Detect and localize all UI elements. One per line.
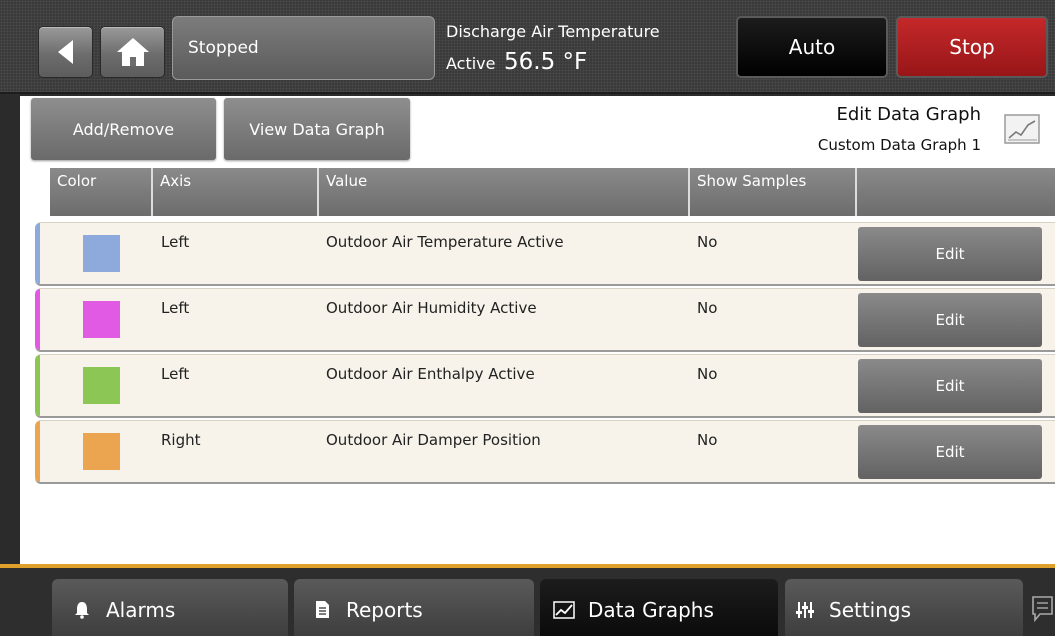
- color-swatch: [83, 433, 120, 470]
- color-swatch: [83, 367, 120, 404]
- tab-data-graphs[interactable]: Data Graphs: [540, 579, 778, 636]
- home-icon: [116, 38, 149, 66]
- tab-label: Reports: [346, 597, 423, 622]
- row-color-stripe: [35, 223, 40, 284]
- chart-icon: [552, 598, 576, 622]
- axis-cell: Left: [161, 233, 190, 251]
- column-header-axis: Axis: [153, 168, 319, 216]
- color-swatch: [83, 301, 120, 338]
- bottom-nav: Alarms Reports Data Graphs Settings: [0, 564, 1055, 636]
- column-header-show-samples: Show Samples: [690, 168, 857, 216]
- graph-icon: [1004, 114, 1040, 144]
- view-data-graph-button[interactable]: View Data Graph: [224, 98, 410, 160]
- column-header-value: Value: [319, 168, 690, 216]
- value-cell: Outdoor Air Temperature Active: [326, 233, 564, 251]
- add-remove-button[interactable]: Add/Remove: [31, 98, 216, 160]
- readout-state: Active: [446, 54, 496, 73]
- auto-button[interactable]: Auto: [736, 16, 888, 78]
- edit-button[interactable]: Edit: [858, 425, 1042, 479]
- row-color-stripe: [35, 421, 40, 482]
- readout-value: 56.5 °F: [504, 49, 588, 75]
- table-row: Right Outdoor Air Damper Position No Edi…: [35, 420, 1055, 484]
- color-swatch: [83, 235, 120, 272]
- tab-label: Data Graphs: [588, 597, 714, 622]
- table-header: Color Axis Value Show Samples: [50, 168, 1055, 216]
- home-button[interactable]: [100, 26, 165, 78]
- tab-reports[interactable]: Reports: [294, 579, 534, 636]
- unit-status[interactable]: Stopped: [172, 16, 435, 80]
- axis-cell: Left: [161, 299, 190, 317]
- tab-settings[interactable]: Settings: [785, 579, 1023, 636]
- edit-button[interactable]: Edit: [858, 293, 1042, 347]
- tab-label: Alarms: [106, 597, 176, 622]
- edit-button[interactable]: Edit: [858, 359, 1042, 413]
- back-arrow-icon: [57, 40, 73, 64]
- tab-label: Settings: [829, 597, 912, 622]
- chat-icon[interactable]: [1030, 594, 1055, 624]
- top-bar: Stopped Discharge Air Temperature Active…: [0, 0, 1055, 94]
- bell-icon: [70, 598, 94, 622]
- row-color-stripe: [35, 355, 40, 416]
- column-header-color: Color: [50, 168, 153, 216]
- value-cell: Outdoor Air Enthalpy Active: [326, 365, 535, 383]
- content-area: Add/Remove View Data Graph Edit Data Gra…: [20, 96, 1055, 564]
- column-header-actions: [857, 168, 1055, 216]
- back-button[interactable]: [38, 26, 93, 78]
- axis-cell: Left: [161, 365, 190, 383]
- stop-button[interactable]: Stop: [896, 16, 1048, 78]
- value-cell: Outdoor Air Humidity Active: [326, 299, 537, 317]
- show-samples-cell: No: [697, 365, 718, 383]
- document-icon: [310, 598, 334, 622]
- value-cell: Outdoor Air Damper Position: [326, 431, 541, 449]
- table-row: Left Outdoor Air Humidity Active No Edit: [35, 288, 1055, 352]
- show-samples-cell: No: [697, 233, 718, 251]
- edit-button[interactable]: Edit: [858, 227, 1042, 281]
- graph-name: Custom Data Graph 1: [817, 136, 981, 154]
- table-row: Left Outdoor Air Enthalpy Active No Edit: [35, 354, 1055, 418]
- row-color-stripe: [35, 289, 40, 350]
- tab-alarms[interactable]: Alarms: [52, 579, 288, 636]
- show-samples-cell: No: [697, 299, 718, 317]
- sliders-icon: [793, 598, 817, 622]
- readout-title: Discharge Air Temperature: [446, 22, 660, 41]
- table-row: Left Outdoor Air Temperature Active No E…: [35, 222, 1055, 286]
- axis-cell: Right: [161, 431, 201, 449]
- show-samples-cell: No: [697, 431, 718, 449]
- page-title: Edit Data Graph: [836, 104, 982, 125]
